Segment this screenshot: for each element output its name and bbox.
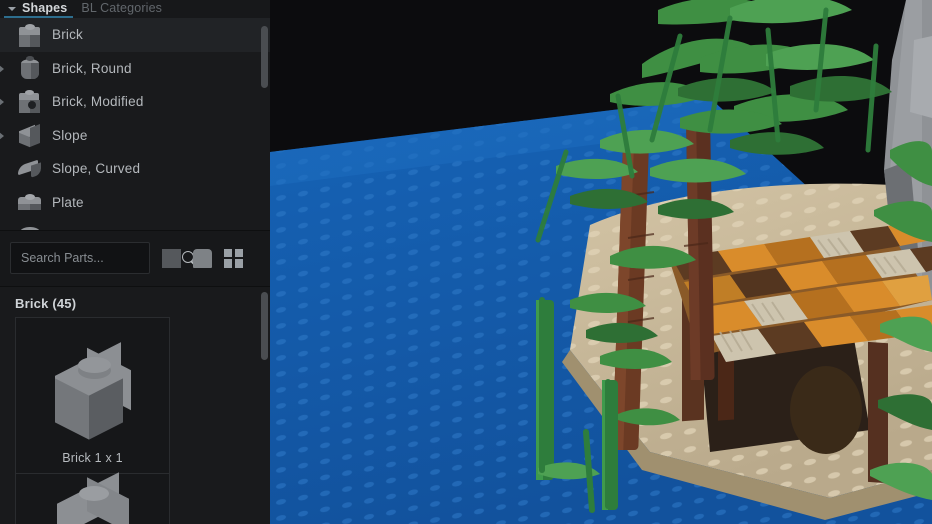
expand-arrow-icon[interactable]: [0, 52, 14, 85]
tree-item-slope-label: Slope: [52, 127, 88, 143]
chevron-down-icon: [8, 5, 17, 14]
tab-shapes-label: Shapes: [22, 1, 68, 15]
parts-search-toolbar: [0, 230, 270, 286]
slope-curved-icon: [15, 154, 45, 184]
brick-1x1-icon: [15, 20, 45, 50]
tree-scrollbar[interactable]: [261, 26, 268, 88]
lego-island-scene: [270, 0, 932, 524]
expand-arrow-icon: [2, 219, 14, 230]
tree-item-plate-label: Plate: [52, 194, 84, 210]
expand-arrow-icon: [2, 186, 14, 219]
tree-item-slope[interactable]: Slope: [0, 119, 270, 153]
plate-icon: [15, 187, 45, 217]
tree-item-plate-round[interactable]: Plate, Round: [0, 219, 270, 230]
tab-bl-categories-label: BL Categories: [81, 1, 163, 15]
tree-item-brick-label: Brick: [52, 27, 83, 43]
search-input[interactable]: [21, 251, 182, 265]
expand-arrow-icon: [2, 152, 14, 185]
tree-item-brick[interactable]: Brick: [0, 18, 270, 52]
large-view-button[interactable]: [162, 248, 181, 268]
sidebar-tab-bar: Shapes BL Categories: [0, 0, 270, 18]
tree-item-brick-modified[interactable]: Brick, Modified: [0, 85, 270, 119]
tree-item-brick-round-label: Brick, Round: [52, 60, 132, 76]
grid-view-button[interactable]: [224, 248, 243, 268]
slope-icon: [15, 120, 45, 150]
parts-results-panel[interactable]: Brick (45) Brick 1 x 1: [0, 286, 270, 524]
search-parts-box[interactable]: [10, 242, 194, 274]
parts-scrollbar[interactable]: [261, 292, 268, 360]
tree-item-brick-modified-label: Brick, Modified: [52, 94, 144, 110]
brick-thumbnail-partial: [16, 472, 169, 524]
expand-arrow-icon[interactable]: [0, 85, 14, 118]
medium-view-button[interactable]: [193, 248, 212, 268]
parts-browser-sidebar: Shapes BL Categories Brick Brick, Round …: [0, 0, 270, 524]
brick-1x1-thumbnail: [16, 318, 169, 451]
plate-round-icon: [15, 221, 45, 230]
tree-item-brick-round[interactable]: Brick, Round: [0, 52, 270, 86]
3d-model-viewport[interactable]: [270, 0, 932, 524]
shape-category-tree[interactable]: Brick Brick, Round Brick, Modified Slope…: [0, 18, 270, 230]
part-card[interactable]: Brick 1 x 1: [15, 317, 170, 474]
part-name-label: Brick 1 x 1: [62, 451, 123, 465]
brick-modified-icon: [15, 87, 45, 117]
expand-arrow-icon: [2, 18, 14, 51]
tree-item-slope-curved[interactable]: Slope, Curved: [0, 152, 270, 186]
parts-grid: Brick 1 x 1: [0, 317, 270, 524]
tree-item-plate[interactable]: Plate: [0, 186, 270, 220]
tree-item-slope-curved-label: Slope, Curved: [52, 161, 141, 177]
expand-arrow-icon[interactable]: [0, 119, 14, 152]
brick-round-icon: [15, 53, 45, 83]
view-mode-buttons: [162, 248, 243, 268]
tab-shapes[interactable]: Shapes: [2, 0, 75, 18]
parts-section-header: Brick (45): [15, 296, 77, 311]
tab-bl-categories[interactable]: BL Categories: [75, 0, 170, 18]
application-window: Shapes BL Categories Brick Brick, Round …: [0, 0, 932, 524]
part-card[interactable]: [15, 472, 170, 524]
